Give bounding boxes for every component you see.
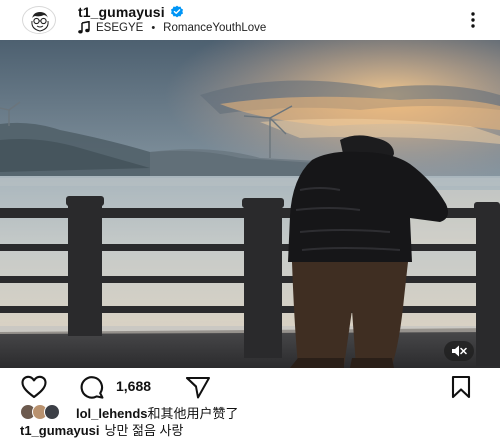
bookmark-icon[interactable] (448, 374, 474, 405)
music-artist: ESEGYE (96, 21, 144, 34)
caption-username[interactable]: t1_gumayusi (20, 423, 99, 438)
avatar[interactable] (22, 6, 56, 34)
avatar (44, 404, 60, 420)
paper-plane-icon[interactable] (184, 374, 212, 405)
muted-speaker-icon[interactable] (444, 341, 474, 361)
music-note-icon (78, 20, 90, 34)
action-bar: 1,688 (0, 372, 500, 402)
liker-avatars (20, 404, 66, 420)
post-header: t1_gumayusi ESEGYE • RomanceYouthLove (0, 0, 500, 40)
likes-suffix: 和其他用户赞了 (147, 405, 239, 421)
verified-badge-icon (170, 5, 184, 19)
like-count[interactable]: 1,688 (116, 378, 151, 394)
caption-text: 낭만 젊음 사랑 (104, 423, 184, 438)
music-title: RomanceYouthLove (163, 21, 267, 34)
music-info[interactable]: ESEGYE • RomanceYouthLove (78, 20, 267, 34)
heart-icon[interactable] (20, 374, 48, 405)
caption: t1_gumayusi 낭만 젊음 사랑 (20, 420, 183, 439)
likes-text: lol_lehends和其他用户赞了 (76, 403, 239, 422)
liker-username[interactable]: lol_lehends (76, 406, 148, 421)
music-separator: • (151, 21, 156, 34)
comment-bubble-icon[interactable] (78, 374, 106, 405)
post-username[interactable]: t1_gumayusi (78, 4, 165, 20)
post-photo[interactable] (0, 40, 500, 368)
more-options-icon[interactable] (468, 10, 478, 30)
likes-summary: lol_lehends和其他用户赞了 (20, 402, 239, 422)
